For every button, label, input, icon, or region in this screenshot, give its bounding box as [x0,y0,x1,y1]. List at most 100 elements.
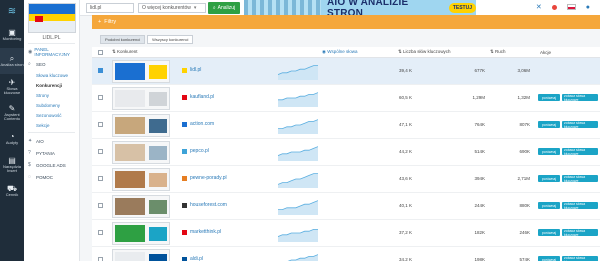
trend-sparkline [278,200,318,215]
show-keywords-button[interactable]: zobacz słowa kluczowe [562,256,598,261]
header-common-keywords[interactable]: ◉ Wspólne słowa [322,49,357,55]
table-row[interactable]: lidl.pl 39,4 K 677K 3,06M [92,58,600,85]
common-keywords-value: 37,2 K [398,230,412,235]
header-keywords-label: Liczba słów kluczowych [403,49,451,54]
keywords-count-value: 677K [474,68,485,73]
table-row[interactable]: action.com 47,1 K 764K 807K porównaj zobacz s… [92,112,600,139]
favicon-icon [182,149,187,154]
table-row[interactable]: aldi.pl 34,2 K 198K 574K porównaj zobacz słow… [92,247,600,261]
site-thumbnails [112,195,170,218]
show-keywords-button[interactable]: zobacz słowa kluczowe [562,175,598,183]
header-competitor[interactable]: ⇅ Konkurent [112,49,138,55]
compare-button[interactable]: porównaj [538,121,560,128]
main-nav-rail: ≋ ▣ Monitoring ⌕ Analiza stron ✈ Słowa kluczow… [0,0,24,261]
rail-item-pencil[interactable]: ✎ Asystent Contentu [0,100,24,126]
table-row[interactable]: houseforest.com 40,1 K 244K 880K porównaj zob… [92,193,600,220]
user-icon[interactable]: ● [586,4,590,11]
header-keywords[interactable]: ⇅ Liczba słów kluczowych [398,49,451,55]
common-keywords-value: 44,2 K [398,149,412,154]
trend-sparkline [278,173,318,188]
compare-button[interactable]: porównaj [538,94,560,101]
row-checkbox[interactable] [98,122,103,127]
sort-icon: ⇅ [490,49,494,54]
row-checkbox[interactable] [98,176,103,181]
header-traffic[interactable]: ⇅ Ruch [490,49,506,55]
sidebar-section-seo[interactable]: ⌕ SEO [24,58,79,70]
table-row[interactable]: kaufland.pl 60,5 K 1,29M 1,32M porównaj zobac… [92,85,600,112]
rail-item-home[interactable]: ≋ [0,0,24,22]
notification-icon[interactable] [551,4,557,10]
sidebar-item-subdomeny[interactable]: Subdomeny [24,100,79,110]
row-checkbox[interactable] [98,230,103,235]
filters-bar[interactable]: + Filtry [92,15,600,29]
competitor-domain-link[interactable]: lidl.pl [190,67,201,73]
compare-button[interactable]: porównaj [538,256,560,261]
sidebar-item-sekcje[interactable]: Sekcje [24,120,79,130]
rail-item-keywords[interactable]: ✈ Słowa kluczowe [0,74,24,100]
rail-item-label: Słowa kluczowe [3,85,21,95]
sidebar-section-pomoc[interactable]: ◌ POMOC [24,171,79,183]
competitor-domain-link[interactable]: marketthink.pl [190,229,221,235]
rail-item-monitoring[interactable]: ▣ Monitoring [0,22,24,48]
competitor-domain-link[interactable]: action.com [190,121,214,127]
competitors-dropdown[interactable]: O więcej konkurentów ▾ [138,3,206,13]
domain-search-input[interactable]: lidl.pl [86,3,134,13]
select-all-checkbox[interactable] [98,49,103,55]
rail-item-label: Narzędzia Insert [2,163,21,173]
sidebar-section-pytania[interactable]: ? PYTANIA [24,147,79,159]
row-checkbox[interactable] [98,95,103,100]
rail-item-book[interactable]: ▤ Narzędzia Insert [0,152,24,178]
promo-banner[interactable]: AIO W ANALIZIE STRON TESTUJ [244,0,476,19]
sidebar-item-strony[interactable]: Strony [24,90,79,100]
keywords-count-value: 198K [474,257,485,261]
table-row[interactable]: pepco.pl 44,2 K 514K 690K porównaj zobacz sło… [92,139,600,166]
language-flag-icon[interactable] [566,4,576,10]
row-checkbox[interactable] [98,257,103,261]
analyze-button[interactable]: ⌕ Analizuj [208,2,240,14]
sidebar-section-panel[interactable]: ◉ PANEL INFORMACYJNY [24,46,79,58]
divider [28,132,75,133]
competitor-domain-link[interactable]: houseforest.com [190,202,227,208]
row-checkbox[interactable] [98,68,103,73]
sidebar-item-sezonowość[interactable]: Sezonowość [24,110,79,120]
section-label: SEO [36,61,46,67]
row-checkbox[interactable] [98,149,103,154]
tools-icon[interactable]: ✕ [536,3,542,11]
tab-all-competitors[interactable]: Wszyscy konkurenci [147,35,194,44]
keywords-count-value: 244K [474,203,485,208]
show-keywords-button[interactable]: zobacz słowa kluczowe [562,121,598,129]
rail-item-activity[interactable]: ◔ Audyty [0,126,24,152]
compare-button[interactable]: porównaj [538,229,560,236]
competitor-domain-link[interactable]: pewne-porady.pl [190,175,227,181]
sidebar-item-słowa-kluczowe[interactable]: Słowa kluczowe [24,70,79,80]
rail-item-search[interactable]: ⌕ Analiza stron [0,48,24,74]
competitor-domain-link[interactable]: pepco.pl [190,148,209,154]
section-icon: ? [28,150,31,156]
table-row[interactable]: marketthink.pl 37,2 K 182K 246K porównaj zoba… [92,220,600,247]
competitor-domain-link[interactable]: aldi.pl [190,256,203,261]
compare-button[interactable]: porównaj [538,148,560,155]
table-row[interactable]: pewne-porady.pl 43,6 K 394K 2,71M porównaj zo… [92,166,600,193]
compare-button[interactable]: porównaj [538,202,560,209]
sidebar-section-aio[interactable]: ✦ AIO [24,135,79,147]
site-thumbnails [112,114,170,137]
sidebar-item-konkurencji[interactable]: Konkurencji [24,80,79,90]
sidebar-section-google-ads[interactable]: $ GOOGLE ADS [24,159,79,171]
tab-similar-competitors[interactable]: Podobni konkurenci [100,35,146,44]
site-thumbnails [112,222,170,245]
competitors-dropdown-value: O więcej konkurentów [142,5,191,11]
show-keywords-button[interactable]: zobacz słowa kluczowe [562,229,598,237]
thumbnail-desktop [115,225,145,242]
plus-icon: + [98,19,102,25]
banner-cta-button[interactable]: TESTUJ [448,3,476,13]
show-keywords-button[interactable]: zobacz słowa kluczowe [562,202,598,210]
banner-illustration [244,0,322,16]
section-icon: $ [28,162,31,168]
show-keywords-button[interactable]: zobacz słowa kluczowe [562,94,598,102]
common-keywords-value: 40,1 K [398,203,412,208]
rail-item-cart[interactable]: ⛟ Cennik [0,178,24,204]
show-keywords-button[interactable]: zobacz słowa kluczowe [562,148,598,156]
row-checkbox[interactable] [98,203,103,208]
competitor-domain-link[interactable]: kaufland.pl [190,94,214,100]
compare-button[interactable]: porównaj [538,175,560,182]
